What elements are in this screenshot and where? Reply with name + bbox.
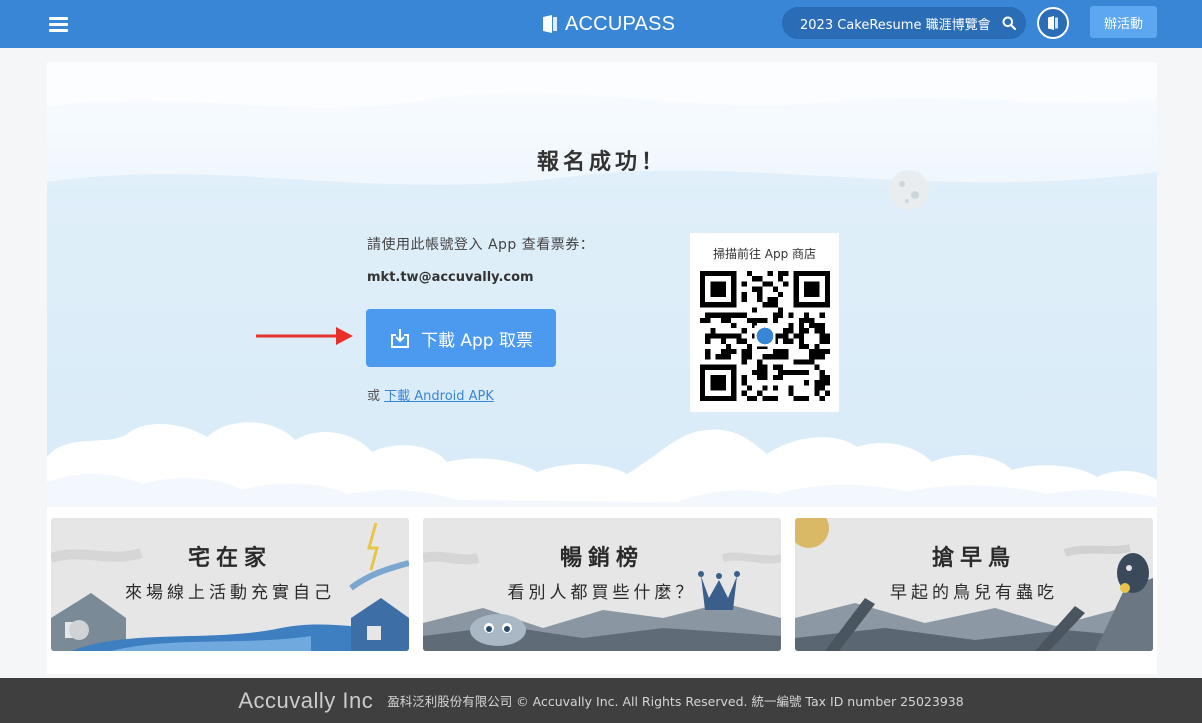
ticket-icon [1048,16,1058,30]
qr-label: 掃描前往 App 商店 [712,247,817,261]
my-tickets-button[interactable] [1037,7,1069,39]
login-instruction: 請使用此帳號登入 App 查看票券： [367,237,595,253]
account-email: mkt.tw@accuvally.com [367,270,534,285]
top-bar: ACCUPASS 2023 CakeResume 職涯博覽會 辦活動 [0,0,1202,48]
download-app-label: 下載 App 取票 [420,330,534,351]
brand-logo[interactable]: ACCUPASS [542,11,675,37]
alt-prefix: 或 [367,389,385,404]
menu-icon[interactable] [47,12,73,36]
banner-stay-home[interactable]: 宅在家 來場線上活動充實自己 [51,518,409,651]
android-apk-link[interactable]: 下載 Android APK [384,389,494,404]
success-hero: 報名成功！ 請使用此帳號登入 App 查看票券： mkt.tw@accuvall… [47,62,1157,507]
footer-copyright: 盈科泛利股份有限公司 © Accuvally Inc. All Rights R… [387,694,964,709]
search-icon[interactable] [1002,16,1016,30]
qr-code[interactable] [700,271,830,401]
search-input[interactable]: 2023 CakeResume 職涯博覽會 [782,7,1026,39]
main-card: 報名成功！ 請使用此帳號登入 App 查看票券： mkt.tw@accuvall… [47,62,1157,674]
moon-icon [889,170,929,210]
banner-title: 搶早鳥 [931,546,1016,571]
android-apk-line: 或 下載 Android APK [367,385,494,404]
page-title: 報名成功！ [536,150,667,175]
banner-subtitle: 來場線上活動充實自己 [125,583,335,603]
promo-banners: 宅在家 來場線上活動充實自己 暢銷榜 看別人都買些什麼？ 搶早鳥 早起的鳥兒有蟲… [51,518,1153,651]
search-query[interactable]: 2023 CakeResume 職涯博覽會 [800,14,1000,33]
banner-title: 暢銷榜 [559,546,644,571]
banner-early-bird[interactable]: 搶早鳥 早起的鳥兒有蟲吃 [795,518,1153,651]
sky-background [47,62,1157,507]
footer-brand: Accuvally Inc [238,687,374,713]
arrow-right-icon [256,327,353,345]
accupass-logo-icon [543,15,557,33]
download-app-button[interactable]: 下載 App 取票 [366,309,556,367]
banner-subtitle: 看別人都買些什麼？ [507,583,697,603]
download-icon [390,329,409,348]
banner-title: 宅在家 [187,546,272,571]
host-event-button[interactable]: 辦活動 [1090,6,1157,38]
banner-bestsellers[interactable]: 暢銷榜 看別人都買些什麼？ [423,518,781,651]
qr-card: 掃描前往 App 商店 [690,233,839,412]
brand-name: ACCUPASS [565,12,676,35]
footer: Accuvally Inc 盈科泛利股份有限公司 © Accuvally Inc… [0,678,1202,723]
banner-subtitle: 早起的鳥兒有蟲吃 [890,583,1058,603]
